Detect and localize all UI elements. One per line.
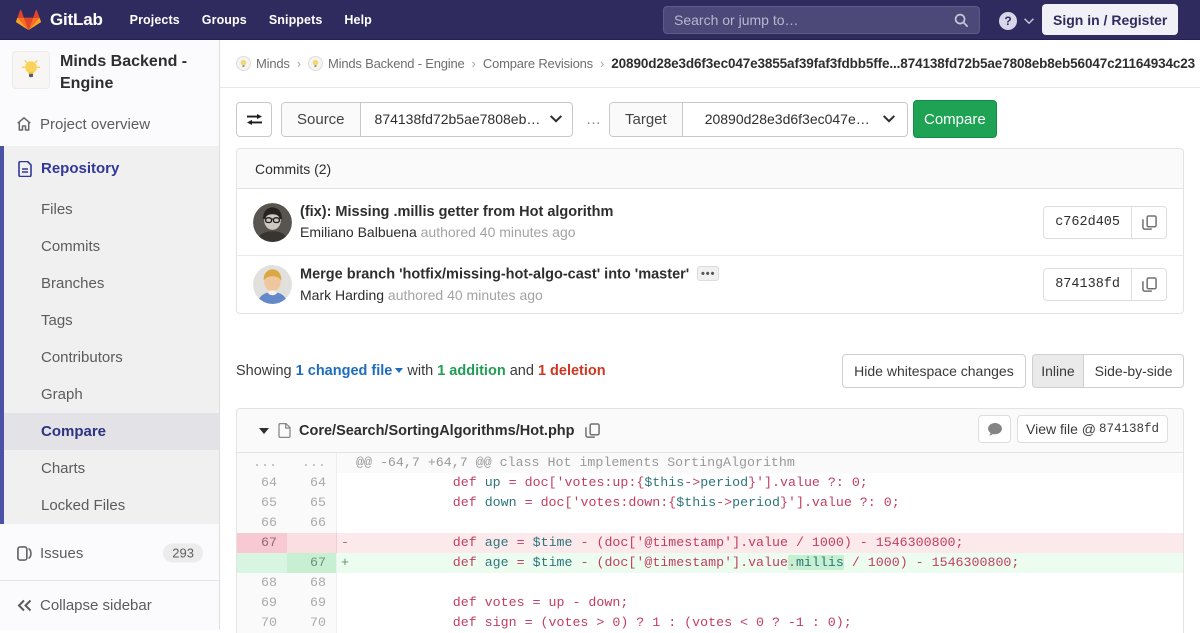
svg-text:?: ? xyxy=(1004,14,1011,28)
